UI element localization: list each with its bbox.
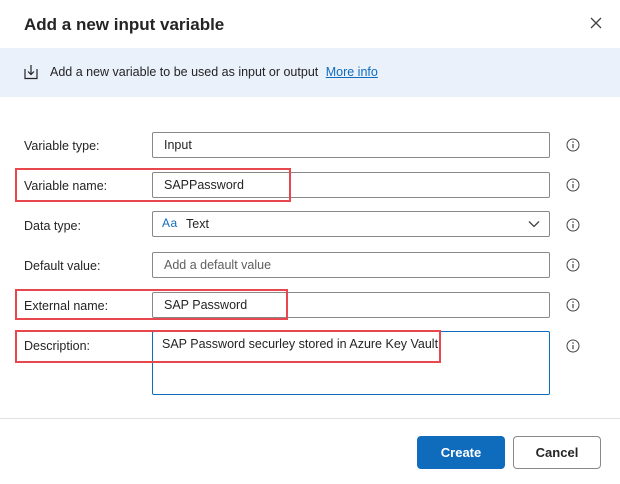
create-button[interactable]: Create (417, 436, 505, 469)
import-variable-icon (24, 65, 38, 80)
data-type-value: Text (186, 217, 209, 231)
description-label: Description: (24, 339, 90, 353)
data-type-label: Data type: (24, 219, 81, 233)
variable-name-label: Variable name: (24, 179, 108, 193)
more-info-link[interactable]: More info (326, 65, 378, 79)
variable-type-label: Variable type: (24, 139, 100, 153)
close-icon (590, 17, 602, 29)
variable-type-field[interactable] (152, 132, 550, 158)
info-bar-message: Add a new variable to be used as input o… (50, 65, 319, 79)
chevron-down-icon (528, 221, 540, 228)
text-type-icon: Aa (162, 216, 178, 230)
info-bar-text: Add a new variable to be used as input o… (50, 65, 378, 79)
description-field[interactable]: SAP Password securley stored in Azure Ke… (152, 331, 550, 395)
external-name-field[interactable] (152, 292, 550, 318)
footer-divider (0, 418, 620, 419)
info-icon[interactable] (566, 298, 580, 312)
add-input-variable-dialog: Add a new input variable Add a new varia… (0, 0, 620, 484)
variable-name-field[interactable] (152, 172, 550, 198)
info-icon[interactable] (566, 218, 580, 232)
data-type-dropdown[interactable]: Aa Text (152, 211, 550, 237)
external-name-label: External name: (24, 299, 109, 313)
info-bar: Add a new variable to be used as input o… (0, 48, 620, 97)
info-icon[interactable] (566, 138, 580, 152)
info-icon[interactable] (566, 339, 580, 353)
info-icon[interactable] (566, 178, 580, 192)
default-value-field[interactable] (152, 252, 550, 278)
default-value-label: Default value: (24, 259, 101, 273)
info-icon[interactable] (566, 258, 580, 272)
close-button[interactable] (583, 10, 609, 36)
cancel-button[interactable]: Cancel (513, 436, 601, 469)
dialog-title: Add a new input variable (24, 15, 225, 34)
